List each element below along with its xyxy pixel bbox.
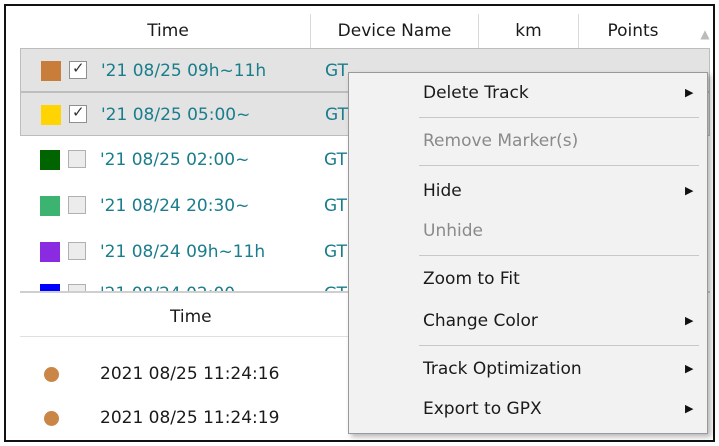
track-color-swatch[interactable] <box>41 61 61 81</box>
track-time: '21 08/24 20:30~ <box>100 196 250 216</box>
column-header-point-time[interactable]: Time <box>170 298 212 336</box>
track-table-header: Time Device Name km Points ▲ <box>26 14 711 48</box>
track-visible-checkbox[interactable] <box>68 150 86 168</box>
menu-item-change-color[interactable]: Change Color ▶ <box>349 305 707 337</box>
track-device: GT <box>325 61 348 81</box>
track-color-swatch[interactable] <box>40 196 60 216</box>
track-visible-checkbox[interactable] <box>68 196 86 214</box>
point-row[interactable]: 2021 08/25 11:24:16 <box>20 352 360 396</box>
track-visible-checkbox[interactable] <box>68 242 86 260</box>
menu-separator <box>419 165 699 166</box>
track-color-swatch[interactable] <box>40 242 60 262</box>
column-header-device-name[interactable]: Device Name <box>311 14 479 48</box>
track-visible-checkbox[interactable]: ✓ <box>69 103 87 123</box>
track-visible-checkbox[interactable] <box>68 284 86 291</box>
point-time: 2021 08/25 11:24:16 <box>100 364 280 384</box>
track-time: '21 08/24 02:00~ <box>100 272 249 291</box>
triangle-right-icon: ▶ <box>685 362 694 375</box>
track-color-swatch[interactable] <box>40 284 60 291</box>
point-row[interactable]: 2021 08/25 11:24:19 <box>20 396 360 440</box>
triangle-right-icon: ▶ <box>685 86 694 99</box>
track-time: '21 08/25 09h~11h <box>101 61 267 81</box>
track-device: GT <box>324 196 347 216</box>
column-header-km[interactable]: km <box>479 14 579 48</box>
track-time: '21 08/25 05:00~ <box>101 105 251 125</box>
track-device: GT <box>325 105 348 125</box>
menu-separator <box>419 255 699 256</box>
track-device: GT <box>324 150 347 170</box>
chevron-up-icon[interactable]: ▲ <box>695 24 713 44</box>
menu-item-export-gpx[interactable]: Export to GPX ▶ <box>349 393 707 425</box>
track-device: GT <box>324 272 347 291</box>
track-time: '21 08/25 02:00~ <box>100 150 250 170</box>
points-table-header: Time <box>20 298 360 337</box>
context-menu: Delete Track ▶ Remove Marker(s) Hide ▶ U… <box>348 72 708 434</box>
menu-separator <box>419 345 699 346</box>
menu-item-track-optimization[interactable]: Track Optimization ▶ <box>349 353 707 385</box>
point-time: 2021 08/25 11:24:19 <box>100 408 280 428</box>
menu-separator <box>419 117 699 118</box>
menu-item-hide[interactable]: Hide ▶ <box>349 175 707 207</box>
triangle-right-icon: ▶ <box>685 402 694 415</box>
menu-item-unhide[interactable]: Unhide <box>349 215 707 247</box>
triangle-right-icon: ▶ <box>685 314 694 327</box>
track-color-swatch[interactable] <box>41 105 61 125</box>
menu-item-zoom-to-fit[interactable]: Zoom to Fit <box>349 263 707 295</box>
track-time: '21 08/24 09h~11h <box>100 242 266 262</box>
point-marker-icon <box>44 411 59 426</box>
menu-item-remove-markers[interactable]: Remove Marker(s) <box>349 125 707 157</box>
track-device: GT <box>324 242 347 262</box>
track-visible-checkbox[interactable]: ✓ <box>69 59 87 79</box>
column-header-time[interactable]: Time <box>26 14 311 48</box>
check-icon: ✓ <box>72 59 85 77</box>
point-marker-icon <box>44 367 59 382</box>
column-header-points[interactable]: Points <box>579 14 687 48</box>
track-color-swatch[interactable] <box>40 150 60 170</box>
triangle-right-icon: ▶ <box>685 184 694 197</box>
check-icon: ✓ <box>72 103 85 121</box>
menu-item-delete-track[interactable]: Delete Track ▶ <box>349 77 707 109</box>
